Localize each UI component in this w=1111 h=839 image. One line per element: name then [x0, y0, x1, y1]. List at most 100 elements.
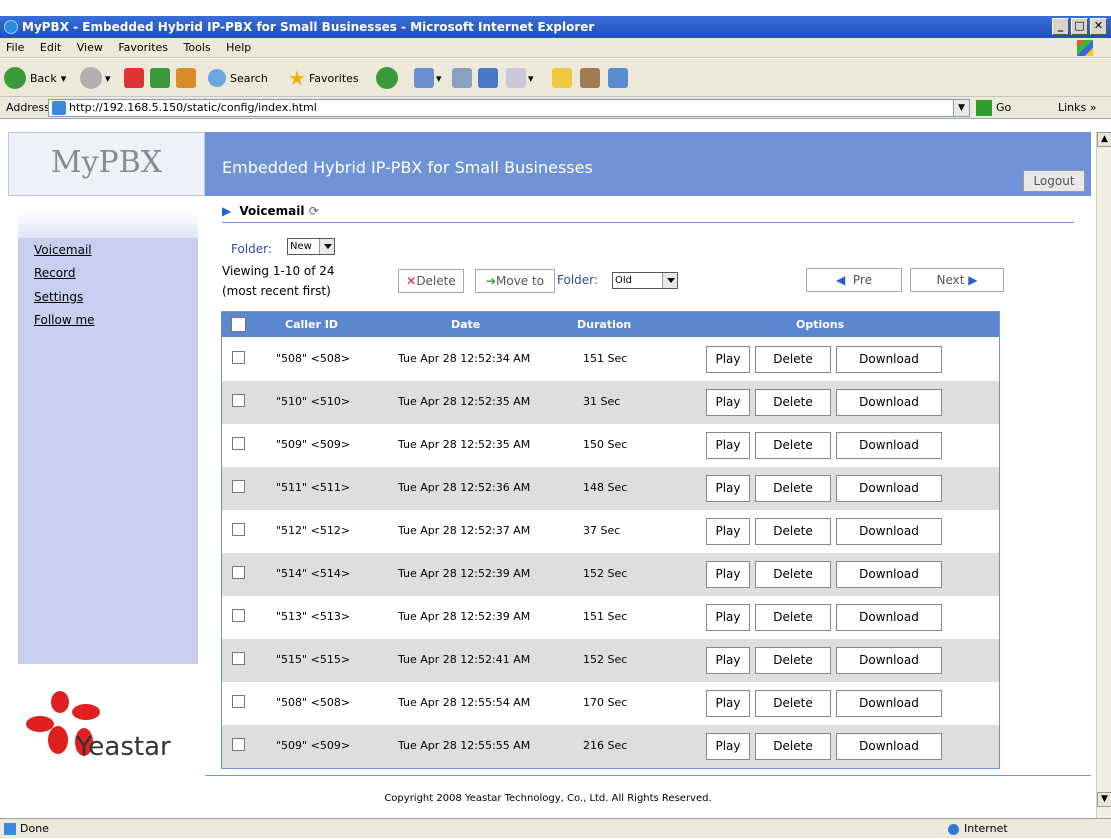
search-button[interactable]: Search [208, 66, 268, 90]
date-cell: Tue Apr 28 12:52:39 AM [398, 610, 531, 623]
refresh-small-icon[interactable]: ⟳ [309, 204, 319, 218]
menu-edit[interactable]: Edit [40, 41, 61, 54]
forward-button[interactable]: ▾ [80, 66, 111, 90]
research-button[interactable] [580, 66, 600, 90]
menu-favorites[interactable]: Favorites [118, 41, 168, 54]
research-icon [580, 68, 600, 88]
history-button[interactable] [376, 66, 398, 90]
edit-button[interactable]: ▾ [506, 66, 534, 90]
delete-button[interactable]: Delete [755, 604, 831, 631]
play-button[interactable]: Play [706, 561, 750, 588]
menu-tools[interactable]: Tools [184, 41, 211, 54]
header-duration: Duration [577, 318, 632, 331]
download-button[interactable]: Download [836, 518, 942, 545]
delete-button[interactable]: Delete [755, 647, 831, 674]
row-checkbox[interactable] [232, 480, 245, 493]
download-button[interactable]: Download [836, 389, 942, 416]
viewing-text: Viewing 1-10 of 24 [222, 264, 335, 278]
download-button[interactable]: Download [836, 604, 942, 631]
minimize-button[interactable]: _ [1052, 18, 1069, 35]
row-checkbox[interactable] [232, 394, 245, 407]
word-icon [506, 68, 526, 88]
close-button[interactable]: ✕ [1090, 18, 1107, 35]
download-button[interactable]: Download [836, 432, 942, 459]
maximize-button[interactable]: □ [1071, 18, 1088, 35]
sidebar-item-record[interactable]: Record [34, 266, 75, 280]
row-checkbox[interactable] [232, 437, 245, 450]
download-button[interactable]: Download [836, 647, 942, 674]
favorites-button[interactable]: ★ Favorites [288, 66, 359, 90]
download-button[interactable]: Download [836, 561, 942, 588]
row-checkbox[interactable] [232, 566, 245, 579]
play-button[interactable]: Play [706, 475, 750, 502]
row-checkbox[interactable] [232, 609, 245, 622]
stop-button[interactable] [124, 66, 144, 90]
users-button[interactable] [608, 66, 628, 90]
delete-button[interactable]: Delete [755, 432, 831, 459]
play-button[interactable]: Play [706, 690, 750, 717]
row-checkbox[interactable] [232, 523, 245, 536]
delete-button[interactable]: Delete [755, 475, 831, 502]
delete-button[interactable]: Delete [755, 690, 831, 717]
windows-logo-icon [1077, 40, 1093, 56]
scrollbar[interactable]: ▲ ▼ [1096, 132, 1111, 822]
move-to-button[interactable]: ➔Move to [475, 269, 555, 293]
caller-id-cell: "514" <514> [276, 567, 351, 580]
scroll-down-icon[interactable]: ▼ [1097, 792, 1111, 807]
duration-cell: 37 Sec [583, 524, 621, 537]
messenger-button[interactable] [478, 66, 498, 90]
next-button[interactable]: Next ▶ [910, 268, 1004, 292]
refresh-button[interactable] [150, 66, 170, 90]
download-button[interactable]: Download [836, 690, 942, 717]
row-checkbox[interactable] [232, 351, 245, 364]
folder-button[interactable] [552, 66, 572, 90]
users-icon [608, 68, 628, 88]
table-row: "512" <512> Tue Apr 28 12:52:37 AM 37 Sec P… [222, 510, 999, 553]
home-button[interactable] [176, 66, 196, 90]
play-button[interactable]: Play [706, 518, 750, 545]
pre-button[interactable]: ◀ Pre [806, 268, 902, 292]
sidebar-item-voicemail[interactable]: Voicemail [34, 243, 92, 257]
play-button[interactable]: Play [706, 647, 750, 674]
move-folder-select[interactable]: Old [612, 272, 678, 289]
delete-button[interactable]: Delete [755, 561, 831, 588]
row-checkbox[interactable] [232, 652, 245, 665]
play-button[interactable]: Play [706, 432, 750, 459]
delete-button[interactable]: Delete [755, 346, 831, 373]
links-button[interactable]: Links » [1058, 97, 1097, 119]
delete-selected-button[interactable]: ✕Delete [398, 269, 464, 293]
delete-button[interactable]: Delete [755, 518, 831, 545]
folder-select[interactable]: New [287, 238, 335, 255]
play-button[interactable]: Play [706, 604, 750, 631]
sidebar-item-settings[interactable]: Settings [34, 290, 83, 304]
play-button[interactable]: Play [706, 389, 750, 416]
download-button[interactable]: Download [836, 475, 942, 502]
download-button[interactable]: Download [836, 733, 942, 760]
play-button[interactable]: Play [706, 346, 750, 373]
download-button[interactable]: Download [836, 346, 942, 373]
caller-id-cell: "508" <508> [276, 352, 351, 365]
row-checkbox[interactable] [232, 695, 245, 708]
delete-button[interactable]: Delete [755, 733, 831, 760]
back-button[interactable]: Back ▾ [4, 66, 66, 90]
table-row: "511" <511> Tue Apr 28 12:52:36 AM 148 Sec… [222, 467, 999, 510]
menu-help[interactable]: Help [226, 41, 251, 54]
select-all-checkbox[interactable] [231, 317, 246, 332]
go-button[interactable]: Go [996, 97, 1011, 119]
menu-file[interactable]: File [6, 41, 24, 54]
address-dropdown-icon[interactable]: ▼ [953, 100, 969, 116]
delete-button[interactable]: Delete [755, 389, 831, 416]
sidebar-item-follow-me[interactable]: Follow me [34, 313, 95, 327]
address-input[interactable]: http://192.168.5.150/static/config/index… [48, 99, 970, 117]
messenger-icon [478, 68, 498, 88]
play-button[interactable]: Play [706, 733, 750, 760]
mail-button[interactable]: ▾ [414, 66, 442, 90]
logout-button[interactable]: Logout [1023, 170, 1085, 192]
scroll-up-icon[interactable]: ▲ [1097, 132, 1111, 147]
go-arrow-icon[interactable] [976, 100, 992, 116]
header-options: Options [796, 318, 845, 331]
row-checkbox[interactable] [232, 738, 245, 751]
menu-view[interactable]: View [77, 41, 103, 54]
table-row: "509" <509> Tue Apr 28 12:55:55 AM 216 Sec… [222, 725, 999, 768]
print-button[interactable] [452, 66, 472, 90]
